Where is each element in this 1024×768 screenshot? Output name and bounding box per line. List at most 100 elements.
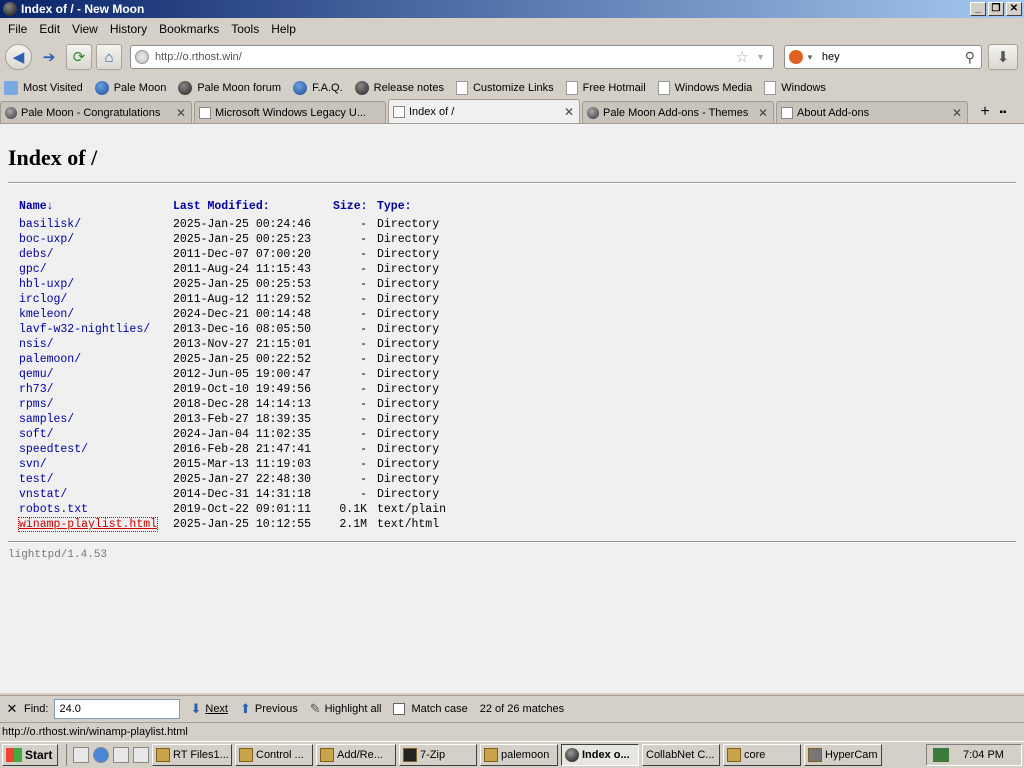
home-button[interactable]: ⌂ (96, 44, 122, 70)
bookmark-windows[interactable]: Windows (764, 80, 826, 95)
bookmark-most-visited[interactable]: Most Visited (4, 80, 83, 95)
back-button[interactable]: ◀ (5, 44, 32, 70)
file-link[interactable]: palemoon/ (19, 353, 81, 366)
forward-button[interactable]: ➔ (36, 44, 62, 70)
pale-moon-icon (354, 80, 369, 95)
close-tab-icon[interactable]: ✕ (758, 106, 768, 120)
file-link[interactable]: lavf-w32-nightlies/ (19, 323, 150, 336)
address-bar[interactable]: http://o.rthost.win/ ☆ ▼ (130, 45, 774, 69)
new-tab-button[interactable]: + (974, 101, 996, 123)
menu-edit[interactable]: Edit (33, 22, 66, 36)
menu-bookmarks[interactable]: Bookmarks (153, 22, 225, 36)
file-link[interactable]: samples/ (19, 413, 74, 426)
taskbar-item-control[interactable]: Control ... (235, 744, 313, 766)
page-content: Index of / Name↓ Last Modified: Size: Ty… (0, 123, 1024, 693)
file-link[interactable]: speedtest/ (19, 443, 88, 456)
menu-view[interactable]: View (66, 22, 104, 36)
bookmark-faq[interactable]: F.A.Q. (293, 80, 343, 95)
size-cell: - (360, 263, 367, 276)
menu-tools[interactable]: Tools (225, 22, 265, 36)
most-visited-icon (4, 80, 18, 95)
close-find-icon[interactable]: ✕ (0, 701, 24, 717)
find-input[interactable] (54, 698, 181, 719)
bookmark-customize-links[interactable]: Customize Links (455, 80, 554, 95)
bookmark-free-hotmail[interactable]: Free Hotmail (565, 80, 646, 95)
quick-launch-icon[interactable] (113, 747, 129, 763)
search-input[interactable]: hey (822, 51, 840, 63)
table-row: rh73/2019-Oct-10 19:49:56 - Directory (19, 382, 457, 397)
quick-launch-icon[interactable] (133, 747, 149, 763)
file-link[interactable]: basilisk/ (19, 218, 81, 231)
bookmark-windows-media[interactable]: Windows Media (657, 80, 752, 95)
file-link[interactable]: qemu/ (19, 368, 54, 381)
url-text[interactable]: http://o.rthost.win/ (155, 51, 242, 63)
menu-help[interactable]: Help (265, 22, 302, 36)
search-icon[interactable]: ⚲ (965, 49, 975, 66)
downloads-button[interactable]: ⬇ (988, 44, 1018, 70)
minimize-button[interactable]: _ (970, 2, 986, 16)
find-next-button[interactable]: ⬇ Next (190, 701, 228, 717)
show-desktop-icon[interactable] (73, 747, 89, 763)
search-box[interactable]: ▼ hey ⚲ (784, 45, 982, 69)
file-link[interactable]: robots.txt (19, 503, 88, 516)
menu-file[interactable]: File (2, 22, 33, 36)
file-link[interactable]: svn/ (19, 458, 47, 471)
close-tab-icon[interactable]: ✕ (176, 106, 186, 120)
file-link[interactable]: nsis/ (19, 338, 54, 351)
search-engine-dropdown-icon[interactable]: ▼ (806, 53, 814, 62)
match-case-checkbox[interactable]: Match case (393, 702, 468, 715)
tab-windows-legacy[interactable]: Microsoft Windows Legacy U... (194, 101, 386, 123)
bookmarks-toolbar: Most Visited Pale Moon Pale Moon forum F… (0, 77, 1024, 98)
restore-button[interactable]: ❐ (988, 2, 1004, 16)
taskbar-item-collabnet[interactable]: CollabNet C... (642, 744, 720, 766)
find-previous-button[interactable]: ⬆ Previous (240, 701, 298, 717)
tab-congratulations[interactable]: Pale Moon - Congratulations ✕ (0, 101, 192, 123)
url-dropdown-icon[interactable]: ▼ (756, 52, 765, 62)
taskbar-item-hypercam[interactable]: HyperCam (804, 744, 882, 766)
close-button[interactable]: ✕ (1006, 2, 1022, 16)
file-link[interactable]: kmeleon/ (19, 308, 74, 321)
file-link[interactable]: gpc/ (19, 263, 47, 276)
tab-about-addons[interactable]: About Add-ons ✕ (776, 101, 968, 123)
bookmark-pale-moon-forum[interactable]: Pale Moon forum (178, 80, 281, 95)
file-link[interactable]: boc-uxp/ (19, 233, 74, 246)
taskbar-item-index-of[interactable]: Index o... (561, 744, 639, 766)
file-link[interactable]: test/ (19, 473, 54, 486)
file-link[interactable]: hbl-uxp/ (19, 278, 74, 291)
tab-list-icon[interactable]: ▪▪ (996, 101, 1010, 123)
internet-explorer-icon[interactable] (93, 747, 109, 763)
network-icon[interactable] (933, 748, 949, 762)
taskbar-item-palemoon-folder[interactable]: palemoon (480, 744, 558, 766)
column-last-modified[interactable]: Last Modified: (173, 200, 270, 213)
column-size[interactable]: Size: (333, 200, 368, 213)
bookmark-pale-moon[interactable]: Pale Moon (94, 80, 166, 95)
file-link[interactable]: vnstat/ (19, 488, 67, 501)
reload-button[interactable]: ⟳ (66, 44, 92, 70)
search-engine-icon[interactable] (789, 50, 803, 64)
tab-index-of[interactable]: Index of / ✕ (388, 99, 580, 123)
taskbar-item-add-remove[interactable]: Add/Re... (316, 744, 396, 766)
tab-addons-themes[interactable]: Pale Moon Add-ons - Themes ✕ (582, 101, 774, 123)
close-tab-icon[interactable]: ✕ (564, 105, 574, 119)
file-link[interactable]: rpms/ (19, 398, 54, 411)
bookmark-star-icon[interactable]: ☆ (736, 48, 749, 66)
column-type[interactable]: Type: (377, 200, 412, 213)
close-tab-icon[interactable]: ✕ (952, 106, 962, 120)
start-button[interactable]: Start (2, 744, 58, 766)
site-identity-icon[interactable] (135, 50, 149, 64)
file-link[interactable]: soft/ (19, 428, 54, 441)
taskbar-item-7zip[interactable]: 7-Zip (399, 744, 477, 766)
bookmark-label: Most Visited (23, 81, 83, 94)
type-cell: Directory (377, 218, 440, 231)
checkbox-icon[interactable] (393, 702, 406, 715)
taskbar-item-rt-files[interactable]: RT Files1... (152, 744, 232, 766)
highlight-all-button[interactable]: ✎ Highlight all (310, 701, 382, 717)
taskbar-item-core[interactable]: core (723, 744, 801, 766)
file-link[interactable]: debs/ (19, 248, 54, 261)
file-link[interactable]: rh73/ (19, 383, 54, 396)
file-link[interactable]: winamp-playlist.html (17, 517, 159, 532)
menu-history[interactable]: History (104, 22, 153, 36)
column-name[interactable]: Name (19, 200, 47, 213)
file-link[interactable]: irclog/ (19, 293, 67, 306)
bookmark-release-notes[interactable]: Release notes (354, 80, 444, 95)
